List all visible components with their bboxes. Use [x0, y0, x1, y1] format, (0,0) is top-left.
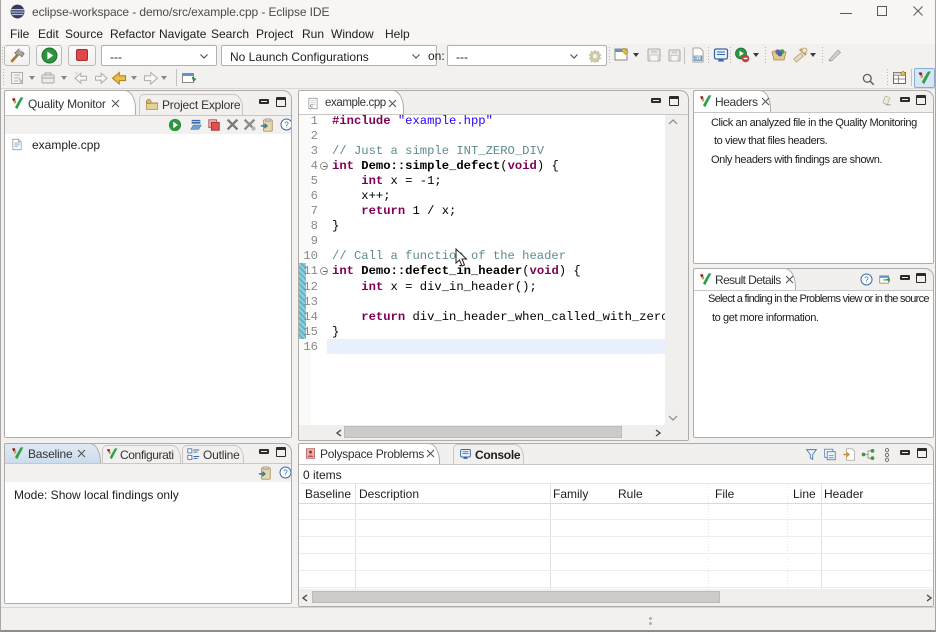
svg-text:?: ?: [283, 468, 288, 477]
svg-text:c: c: [310, 103, 313, 110]
svg-text:?: ?: [864, 275, 869, 284]
svg-text:010: 010: [695, 56, 703, 61]
svg-text:?: ?: [284, 120, 289, 129]
